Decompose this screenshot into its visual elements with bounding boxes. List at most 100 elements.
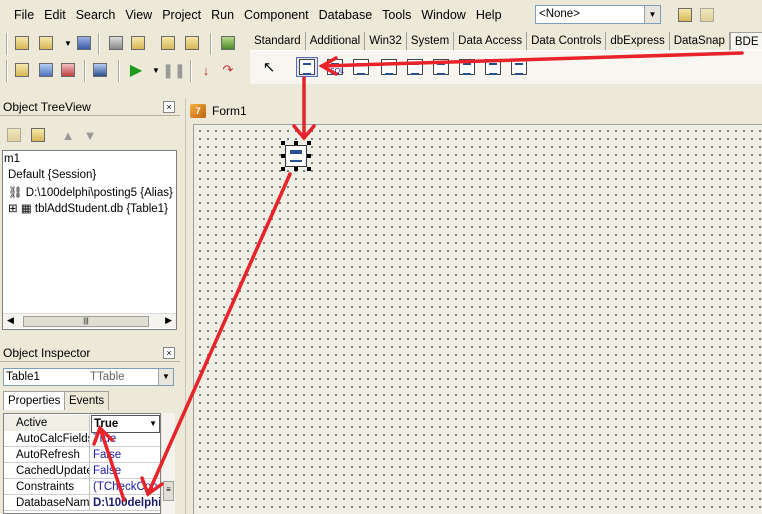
- tab-standard[interactable]: Standard: [250, 32, 306, 50]
- scroll-left-icon[interactable]: ◀: [7, 315, 14, 326]
- close-icon[interactable]: ×: [163, 101, 175, 113]
- menu-help[interactable]: Help: [472, 0, 506, 30]
- property-row-databasename[interactable]: DatabaseName D:\100delphi: [4, 495, 160, 511]
- property-row-constraints[interactable]: Constraints (TCheckCon: [4, 479, 160, 495]
- pointer-arrow-icon[interactable]: ↖: [258, 57, 280, 77]
- view-unit-icon[interactable]: [12, 60, 32, 80]
- tree-horizontal-scrollbar[interactable]: ◀ ||| ▶: [3, 313, 176, 328]
- property-name: AutoRefresh: [4, 447, 90, 463]
- view-form-icon[interactable]: [36, 60, 56, 80]
- menu-database[interactable]: Database: [315, 0, 377, 30]
- tbatchmove-component-icon[interactable]: [430, 57, 452, 77]
- save-all-icon[interactable]: [106, 33, 126, 53]
- expand-icon[interactable]: ⊞: [8, 203, 21, 215]
- inspector-object-selector[interactable]: Table1 TTable ▼: [3, 368, 174, 386]
- new-form-icon[interactable]: [90, 60, 110, 80]
- add-file-icon[interactable]: [158, 33, 178, 53]
- resize-handle[interactable]: [307, 154, 311, 158]
- scrollbar-thumb[interactable]: ≡: [163, 481, 174, 501]
- tquery-component-icon[interactable]: SQL: [324, 57, 346, 77]
- menu-project[interactable]: Project: [158, 0, 205, 30]
- tab-data-controls[interactable]: Data Controls: [527, 32, 607, 50]
- desktop-layout-value: <None>: [539, 8, 580, 20]
- tab-datasnap[interactable]: DataSnap: [670, 32, 730, 50]
- property-row-autorefresh[interactable]: AutoRefresh False: [4, 447, 160, 463]
- tab-additional[interactable]: Additional: [306, 32, 366, 50]
- open-project-icon[interactable]: [128, 33, 148, 53]
- tbdeclientdataset-component-icon[interactable]: [508, 57, 530, 77]
- tree-node-session[interactable]: Default {Session}: [8, 169, 96, 181]
- menu-tools[interactable]: Tools: [378, 0, 415, 30]
- tupdatesql-component-icon[interactable]: [456, 57, 478, 77]
- form-canvas[interactable]: [193, 124, 762, 514]
- tree-node-alias[interactable]: ⛓ D:\100delphi\posting5 {Alias}: [8, 185, 173, 199]
- object-type: TTable: [90, 371, 125, 383]
- ttable-component-icon[interactable]: [296, 57, 318, 77]
- set-debug-desktop-icon[interactable]: [697, 5, 717, 25]
- save-desktop-icon[interactable]: [675, 5, 695, 25]
- toolbar-separator: [84, 60, 86, 82]
- resize-handle[interactable]: [281, 167, 285, 171]
- treeview-title: Object TreeView: [0, 98, 180, 116]
- pause-icon[interactable]: ❚❚: [162, 60, 185, 80]
- tstoredproc-component-icon[interactable]: [350, 57, 372, 77]
- resize-handle[interactable]: [294, 141, 298, 145]
- scroll-right-icon[interactable]: ▶: [165, 315, 172, 326]
- help-contents-icon[interactable]: [218, 33, 238, 53]
- tsession-component-icon[interactable]: [404, 57, 426, 77]
- menu-window[interactable]: Window: [417, 0, 469, 30]
- tab-win32[interactable]: Win32: [365, 32, 407, 50]
- resize-handle[interactable]: [281, 141, 285, 145]
- run-icon[interactable]: ▶: [126, 60, 146, 80]
- chevron-down-icon[interactable]: ▼: [149, 416, 157, 432]
- desktop-layout-combo[interactable]: <None> ▼: [535, 5, 661, 24]
- new-item-icon[interactable]: [4, 125, 24, 145]
- trace-into-icon[interactable]: ↓: [196, 60, 216, 80]
- move-up-icon[interactable]: ▲: [58, 125, 78, 145]
- chevron-down-icon[interactable]: ▼: [158, 369, 173, 385]
- resize-handle[interactable]: [307, 167, 311, 171]
- toggle-form-unit-icon[interactable]: [58, 60, 78, 80]
- property-row-cachedupdates[interactable]: CachedUpdates False: [4, 463, 160, 479]
- close-icon[interactable]: ×: [163, 347, 175, 359]
- property-row-active[interactable]: Active True ▼: [4, 415, 160, 433]
- tab-bde[interactable]: BDE: [729, 32, 762, 50]
- menu-run[interactable]: Run: [207, 0, 238, 30]
- tab-events[interactable]: Events: [64, 391, 110, 410]
- tab-properties[interactable]: Properties: [3, 391, 66, 410]
- tab-data-access[interactable]: Data Access: [454, 32, 528, 50]
- tree-node-root[interactable]: m1: [4, 153, 20, 165]
- open-icon[interactable]: [36, 33, 56, 53]
- property-value[interactable]: False: [91, 463, 160, 479]
- tab-dbexpress[interactable]: dbExpress: [606, 32, 670, 50]
- object-tree[interactable]: m1 Default {Session} ⛓ D:\100delphi\post…: [2, 150, 177, 330]
- menu-component[interactable]: Component: [240, 0, 313, 30]
- property-value[interactable]: (TCheckCon: [91, 479, 160, 495]
- new-icon[interactable]: [12, 33, 32, 53]
- table1-component[interactable]: [281, 141, 311, 171]
- tree-node-table[interactable]: ⊞ ▦ tblAddStudent.db {Table1}: [8, 201, 168, 215]
- delete-item-icon[interactable]: [28, 125, 48, 145]
- table-label: tblAddStudent.db {Table1}: [34, 203, 168, 215]
- save-icon[interactable]: [74, 33, 94, 53]
- step-over-icon[interactable]: ↷: [218, 60, 238, 80]
- resize-handle[interactable]: [294, 167, 298, 171]
- inspector-vertical-scrollbar[interactable]: ≡: [162, 413, 175, 514]
- tdatabase-component-icon[interactable]: [378, 57, 400, 77]
- menu-file[interactable]: File: [10, 0, 38, 30]
- move-down-icon[interactable]: ▼: [80, 125, 100, 145]
- tab-system[interactable]: System: [407, 32, 455, 50]
- property-value[interactable]: False: [91, 447, 160, 463]
- menu-view[interactable]: View: [121, 0, 156, 30]
- property-value[interactable]: D:\100delphi: [91, 495, 160, 511]
- chevron-down-icon[interactable]: ▼: [644, 6, 660, 23]
- remove-file-icon[interactable]: [182, 33, 202, 53]
- tnestedtable-component-icon[interactable]: [482, 57, 504, 77]
- resize-handle[interactable]: [281, 154, 285, 158]
- menu-search[interactable]: Search: [72, 0, 120, 30]
- scrollbar-thumb[interactable]: |||: [23, 316, 149, 327]
- resize-handle[interactable]: [307, 141, 311, 145]
- property-row-autocalcfields[interactable]: AutoCalcFields True: [4, 431, 160, 447]
- property-value[interactable]: True: [91, 431, 160, 447]
- menu-edit[interactable]: Edit: [40, 0, 70, 30]
